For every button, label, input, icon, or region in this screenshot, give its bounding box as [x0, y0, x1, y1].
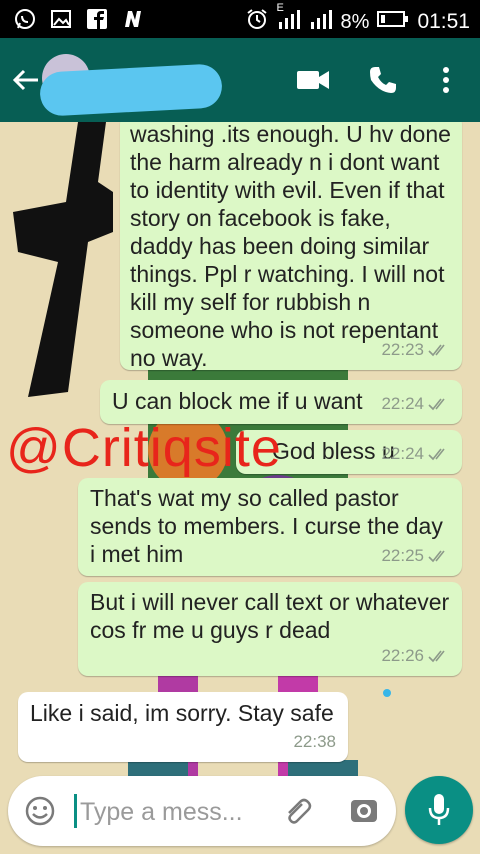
message-time: 22:25: [381, 546, 424, 565]
message-text: Like i said, im sorry. Stay safe: [30, 700, 334, 726]
text-cursor: [74, 794, 77, 828]
message-bubble[interactable]: But i will never call text or whatever c…: [78, 582, 462, 676]
signal-icon-2: [309, 8, 333, 36]
message-time: 22:38: [293, 732, 336, 751]
double-check-icon: [428, 398, 445, 411]
incoming-message-bubble[interactable]: Like i said, im sorry. Stay safe 22:38: [18, 692, 348, 762]
message-input[interactable]: [78, 794, 257, 830]
voice-record-button[interactable]: [405, 776, 473, 844]
message-input-bar: [8, 776, 396, 846]
message-bubble[interactable]: washing .its enough. U hv done the harm …: [120, 122, 462, 371]
clock: 01:51: [417, 10, 470, 33]
scroll-indicator-dot: [383, 689, 391, 697]
battery-icon: [377, 10, 409, 34]
back-arrow-icon[interactable]: [10, 64, 42, 96]
message-text: But i will never call text or whatever c…: [90, 589, 450, 643]
network-type-label: E: [276, 2, 284, 14]
emoji-icon[interactable]: [24, 795, 56, 827]
video-call-icon[interactable]: [296, 66, 330, 94]
camera-icon[interactable]: [348, 795, 380, 827]
message-text: washing .its enough. U hv done the harm …: [130, 122, 451, 371]
attachment-icon[interactable]: [282, 796, 312, 826]
double-check-icon: [428, 344, 445, 357]
phone-call-icon[interactable]: [367, 64, 399, 96]
wallpaper-brush-stroke: [13, 122, 113, 397]
chat-area[interactable]: washing .its enough. U hv done the harm …: [0, 122, 480, 854]
message-time: 22:24: [381, 394, 424, 413]
alarm-icon: [245, 7, 269, 37]
watermark: @Critiqsite: [6, 418, 282, 478]
message-time: 22:26: [381, 646, 424, 665]
gallery-icon: [48, 6, 74, 32]
double-check-icon: [428, 448, 445, 461]
status-bar: E 8% 01:51: [0, 0, 480, 38]
n-icon: [120, 6, 146, 32]
message-time: 22:23: [381, 340, 424, 359]
chat-header: [0, 38, 480, 122]
more-options-icon[interactable]: [434, 64, 458, 96]
facebook-icon: [84, 6, 110, 32]
double-check-icon: [428, 650, 445, 663]
microphone-icon: [428, 794, 450, 825]
battery-percent: 8%: [340, 10, 370, 33]
message-time: 22:24: [381, 444, 424, 463]
message-bubble[interactable]: That's wat my so called pastor sends to …: [78, 478, 462, 576]
double-check-icon: [428, 550, 445, 563]
whatsapp-icon: [12, 6, 38, 32]
contact-name-redaction[interactable]: [38, 63, 224, 117]
signal-icon: E: [277, 2, 301, 36]
